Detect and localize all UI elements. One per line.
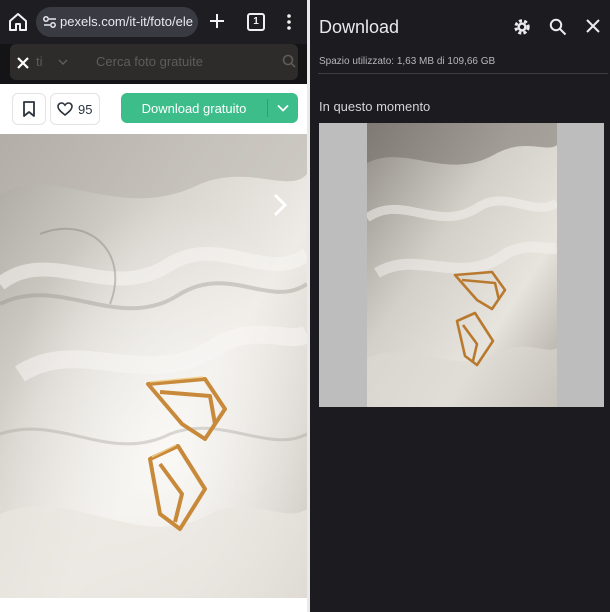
button-divider — [267, 99, 268, 117]
settings-icon[interactable] — [512, 17, 532, 37]
search-icon[interactable] — [549, 18, 567, 36]
browser-window: pexels.com/it-it/foto/ele 1 ti Cerca fot… — [0, 0, 307, 612]
heart-icon — [57, 102, 73, 116]
free-download-button[interactable]: Download gratuito — [121, 93, 298, 123]
photo-earrings-on-silk[interactable] — [0, 134, 307, 598]
home-icon[interactable] — [7, 11, 29, 33]
chevron-down-icon[interactable] — [58, 58, 68, 66]
url-text: pexels.com/it-it/foto/ele — [60, 14, 193, 29]
close-icon[interactable] — [586, 19, 600, 33]
section-heading: In questo momento — [319, 99, 431, 114]
download-button-label: Download gratuito — [141, 101, 247, 116]
tab-switcher-icon[interactable]: 1 — [247, 13, 265, 31]
storage-usage-text: Spazio utilizzato: 1,63 MB di 109,66 GB — [319, 56, 496, 67]
more-vert-icon[interactable] — [284, 12, 294, 32]
chevron-right-icon[interactable] — [270, 192, 290, 218]
chevron-down-icon[interactable] — [277, 104, 289, 112]
search-category-label[interactable]: ti — [36, 54, 43, 69]
thumbnail-image — [367, 123, 557, 407]
photo-image — [0, 134, 307, 598]
site-search-bar[interactable]: ti Cerca foto gratuite — [10, 44, 298, 80]
page-bottom — [0, 598, 307, 612]
downloaded-image-thumbnail[interactable] — [319, 123, 604, 407]
search-input[interactable]: Cerca foto gratuite — [96, 54, 203, 69]
page-title: Download — [319, 17, 400, 37]
like-button[interactable]: 95 — [50, 93, 100, 125]
site-info-icon[interactable] — [42, 14, 58, 30]
plus-icon[interactable] — [207, 11, 227, 31]
downloads-panel: Download Spazio utilizzato: 1,63 MB di 1… — [310, 0, 610, 612]
close-icon[interactable] — [16, 56, 30, 70]
search-icon[interactable] — [282, 54, 296, 68]
like-count: 95 — [78, 102, 93, 117]
divider — [318, 73, 608, 74]
photo-action-bar: 95 Download gratuito — [0, 84, 307, 134]
bookmark-button[interactable] — [12, 93, 46, 125]
bookmark-icon — [23, 101, 35, 117]
browser-toolbar: pexels.com/it-it/foto/ele 1 — [0, 0, 307, 44]
address-bar[interactable]: pexels.com/it-it/foto/ele — [36, 7, 198, 37]
